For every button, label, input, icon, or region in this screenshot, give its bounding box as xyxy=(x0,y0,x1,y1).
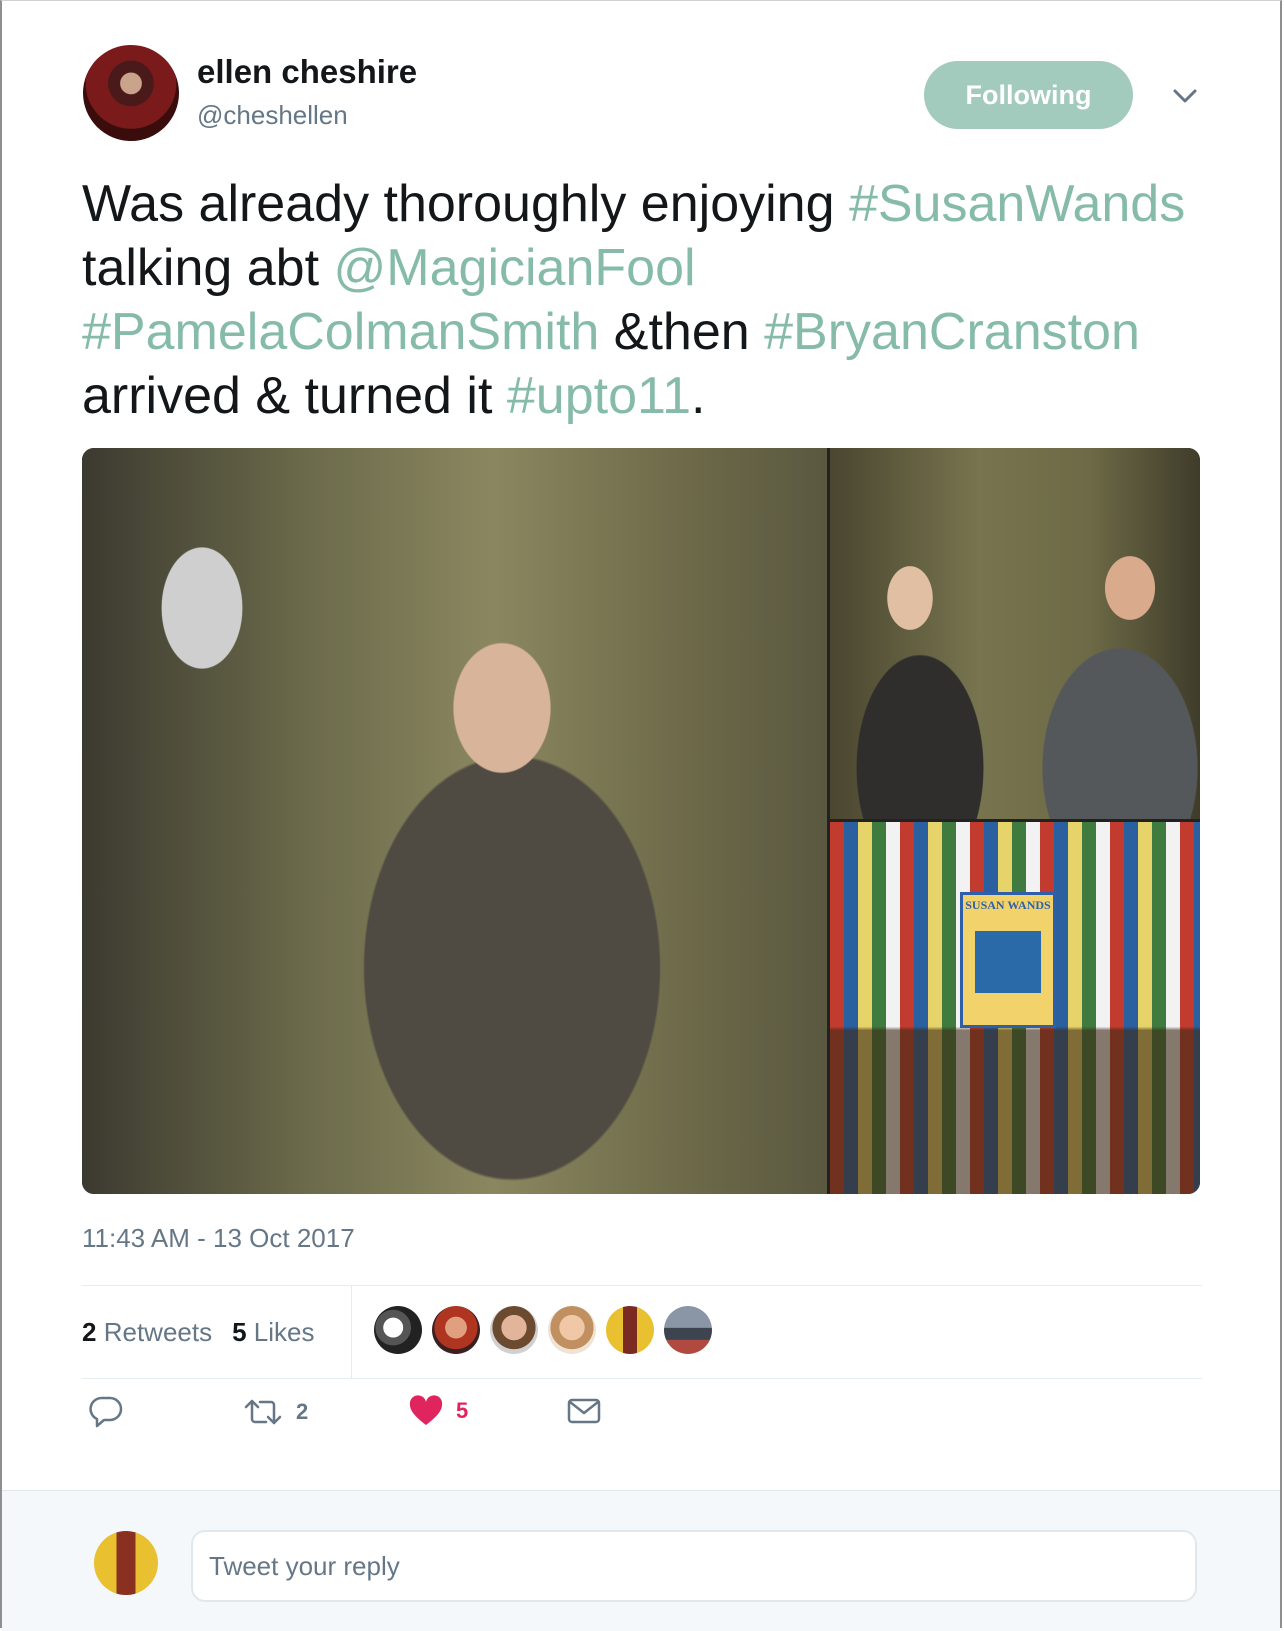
liker-avatar[interactable] xyxy=(606,1306,654,1354)
liker-avatar[interactable] xyxy=(664,1306,712,1354)
divider xyxy=(82,1378,1202,1379)
retweet-icon xyxy=(244,1399,282,1425)
hashtag-link[interactable]: #SusanWands xyxy=(849,175,1185,233)
user-avatar[interactable] xyxy=(94,1531,158,1595)
likes-label: Likes xyxy=(253,1316,315,1347)
tweet-text-segment: &then xyxy=(599,303,765,361)
tweet-text: Was already thoroughly enjoying #SusanWa… xyxy=(82,172,1212,428)
retweets-label: Retweets xyxy=(103,1316,213,1347)
like-button[interactable]: 5 xyxy=(408,1395,468,1427)
author-name[interactable]: ellen cheshire xyxy=(197,53,417,91)
hashtag-link[interactable]: #PamelaColmanSmith xyxy=(82,303,599,361)
mention-link[interactable]: @MagicianFool xyxy=(334,239,696,297)
likes-count: 5 xyxy=(232,1316,247,1347)
like-count: 5 xyxy=(456,1398,469,1423)
retweet-button[interactable]: 2 xyxy=(242,1395,308,1429)
tweet-text-segment: Was already thoroughly enjoying xyxy=(82,175,849,233)
liker-avatar[interactable] xyxy=(490,1306,538,1354)
event-poster: SUSAN WANDS xyxy=(960,892,1056,1028)
author-avatar[interactable] xyxy=(83,45,179,141)
reply-input[interactable]: Tweet your reply xyxy=(191,1530,1197,1602)
reply-button[interactable] xyxy=(88,1395,124,1429)
hashtag-link[interactable]: #upto11 xyxy=(507,367,691,425)
tweet-actions: 2 5 xyxy=(82,1395,782,1435)
direct-message-button[interactable] xyxy=(566,1395,602,1427)
engagement-stats: 2 Retweets 5 Likes xyxy=(82,1287,352,1377)
following-button[interactable]: Following xyxy=(924,61,1133,129)
heart-icon xyxy=(409,1395,443,1425)
photo-bookstore[interactable]: SUSAN WANDS xyxy=(830,822,1200,1194)
retweet-count: 2 xyxy=(296,1399,309,1424)
tweet-timestamp[interactable]: 11:43 AM - 13 Oct 2017 xyxy=(82,1223,355,1254)
tweet-text-segment: . xyxy=(690,367,706,425)
tweet-text-segment: arrived & turned it xyxy=(82,367,507,425)
hashtag-link[interactable]: #BryanCranston xyxy=(764,303,1140,361)
liker-avatar[interactable] xyxy=(432,1306,480,1354)
retweets-stat[interactable]: 2 Retweets xyxy=(82,1317,212,1348)
retweets-count: 2 xyxy=(82,1316,97,1347)
media-grid: SUSAN WANDS xyxy=(82,448,1200,1194)
chevron-down-icon[interactable] xyxy=(1170,84,1200,108)
stats-separator xyxy=(351,1286,352,1378)
reply-icon xyxy=(89,1396,123,1428)
likers-avatars xyxy=(374,1306,712,1354)
author-handle[interactable]: @cheshellen xyxy=(197,100,348,131)
likes-stat[interactable]: 5 Likes xyxy=(232,1317,314,1348)
envelope-icon xyxy=(567,1398,601,1424)
photo-guests[interactable] xyxy=(830,448,1200,819)
divider xyxy=(82,1285,1202,1286)
poster-title: SUSAN WANDS xyxy=(965,898,1051,912)
photo-speaker[interactable] xyxy=(82,448,827,1194)
tweet-text-segment: talking abt xyxy=(82,239,334,297)
poster-image xyxy=(975,931,1041,993)
liker-avatar[interactable] xyxy=(374,1306,422,1354)
liker-avatar[interactable] xyxy=(548,1306,596,1354)
